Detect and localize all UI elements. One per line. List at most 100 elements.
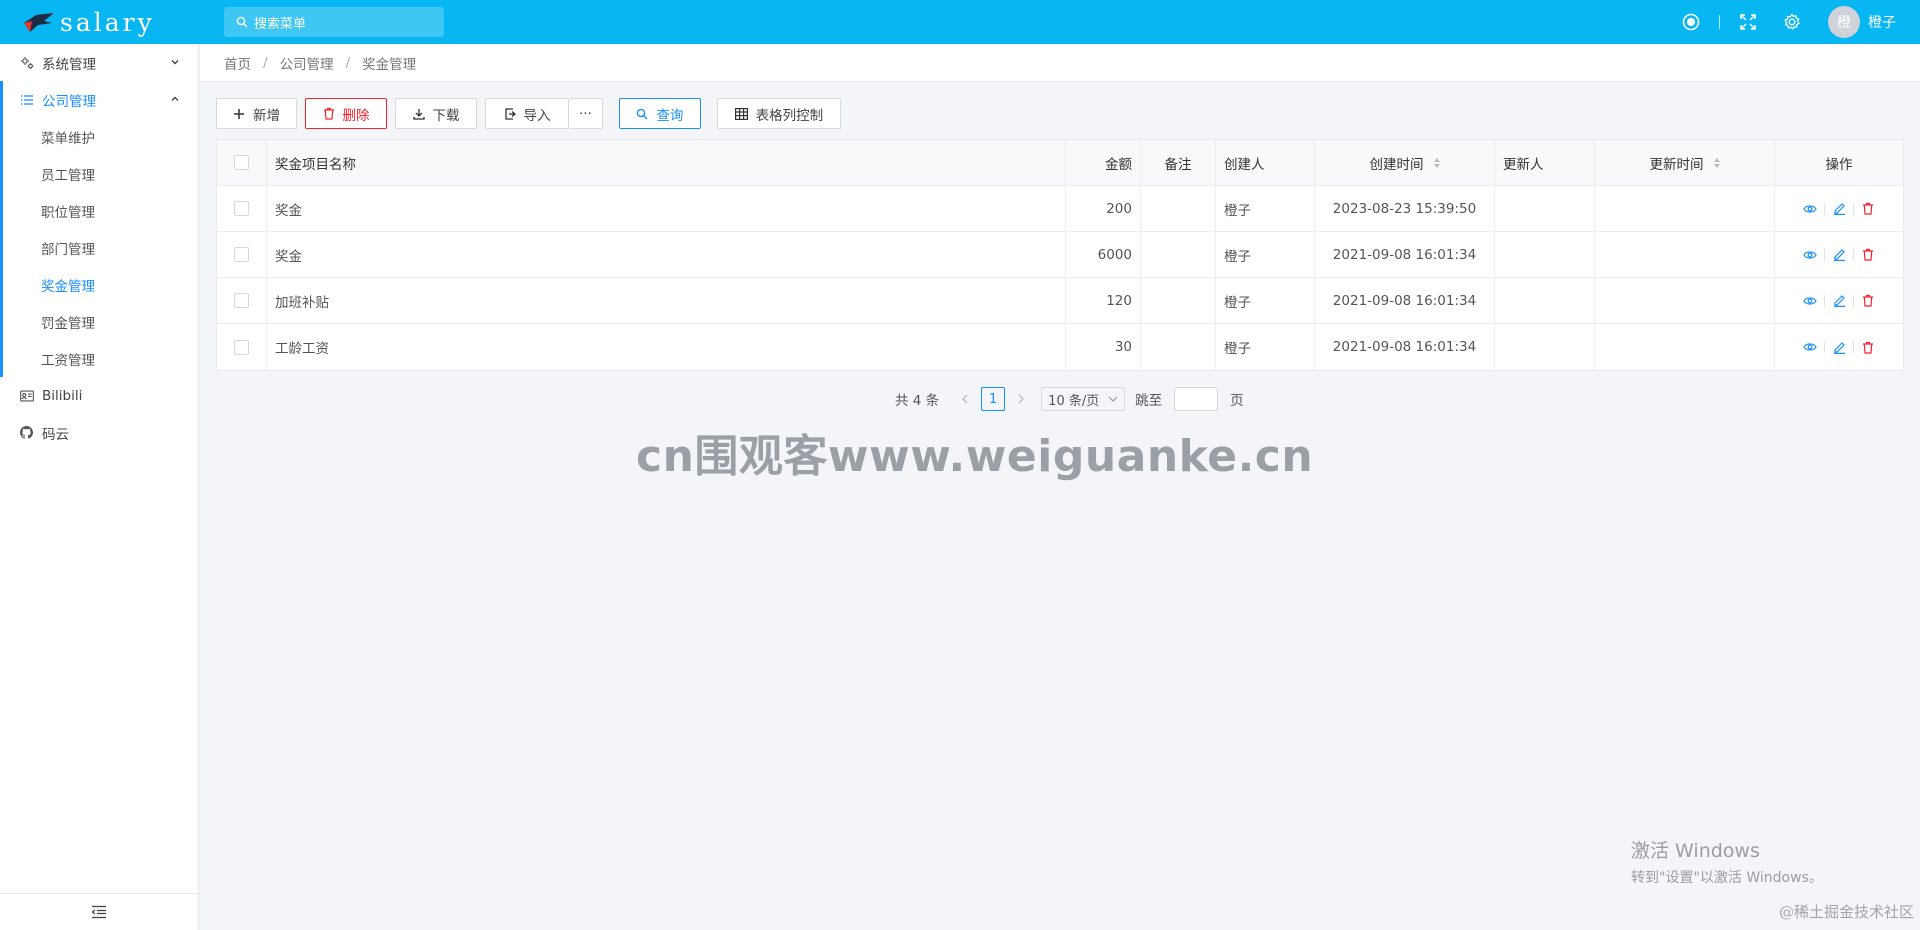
chevron-left-icon bbox=[962, 394, 968, 404]
query-button[interactable]: 查询 bbox=[618, 98, 701, 129]
cell-ops bbox=[1775, 186, 1903, 231]
delete-row-button[interactable] bbox=[1854, 202, 1882, 215]
sidebar-item-company[interactable]: 公司管理 bbox=[0, 81, 198, 118]
view-button[interactable] bbox=[1796, 342, 1824, 352]
cell-created-at: 2023-08-23 15:39:50 bbox=[1315, 186, 1495, 231]
breadcrumb-parent[interactable]: 公司管理 bbox=[280, 53, 334, 73]
sidebar-item-bonus[interactable]: 奖金管理 bbox=[0, 266, 198, 303]
sidebar-item-departments[interactable]: 部门管理 bbox=[0, 229, 198, 266]
download-button-label: 下载 bbox=[432, 107, 460, 124]
trash-icon bbox=[1863, 202, 1873, 215]
page-number-button[interactable]: 1 bbox=[981, 387, 1006, 411]
import-button[interactable]: 导入 bbox=[485, 98, 569, 129]
cell-created-at: 2021-09-08 16:01:34 bbox=[1315, 232, 1495, 277]
view-button[interactable] bbox=[1796, 296, 1824, 306]
more-button[interactable]: ··· bbox=[569, 98, 603, 129]
header-updated-at[interactable]: 更新时间 bbox=[1595, 140, 1775, 185]
cell-ops bbox=[1775, 324, 1903, 370]
row-checkbox[interactable] bbox=[234, 247, 249, 262]
import-button-label: 导入 bbox=[523, 107, 551, 124]
cell-creator: 橙子 bbox=[1216, 278, 1315, 323]
cell-ops bbox=[1775, 232, 1903, 277]
pagination-total: 共 4 条 bbox=[895, 393, 940, 409]
header-note: 备注 bbox=[1141, 140, 1216, 185]
chevron-down-icon bbox=[1108, 396, 1118, 402]
column-control-button[interactable]: 表格列控制 bbox=[716, 98, 841, 129]
username[interactable]: 橙子 bbox=[1868, 12, 1896, 32]
cell-note bbox=[1141, 232, 1216, 277]
breadcrumb-home[interactable]: 首页 bbox=[224, 53, 251, 73]
table-row: 加班补贴 120 橙子 2021-09-08 16:01:34 bbox=[217, 278, 1903, 324]
search-placeholder: 搜索菜单 bbox=[254, 16, 307, 32]
breadcrumb-separator: / bbox=[345, 54, 351, 71]
table-row: 奖金 6000 橙子 2021-09-08 16:01:34 bbox=[217, 232, 1903, 278]
logo[interactable]: salary bbox=[0, 0, 200, 44]
delete-row-button[interactable] bbox=[1854, 248, 1882, 261]
windows-activation-watermark: 激活 Windows 转到"设置"以激活 Windows。 bbox=[1631, 836, 1823, 887]
edit-button[interactable] bbox=[1825, 341, 1853, 354]
sidebar-item-label: Bilibili bbox=[42, 387, 83, 404]
header-created-at[interactable]: 创建时间 bbox=[1315, 140, 1495, 185]
sidebar-item-label: 码云 bbox=[42, 426, 69, 443]
sidebar-item-employees[interactable]: 员工管理 bbox=[0, 155, 198, 192]
prev-page-button[interactable] bbox=[955, 394, 975, 404]
delete-row-button[interactable] bbox=[1854, 341, 1882, 354]
sidebar-item-penalty[interactable]: 罚金管理 bbox=[0, 303, 198, 340]
view-button[interactable] bbox=[1796, 204, 1824, 214]
delete-button[interactable]: 删除 bbox=[305, 98, 387, 129]
company-submenu: 菜单维护 员工管理 职位管理 部门管理 奖金管理 罚金管理 工资管理 bbox=[0, 81, 198, 377]
chevron-right-icon bbox=[1018, 394, 1025, 404]
header-name: 奖金项目名称 bbox=[267, 140, 1066, 185]
search-icon bbox=[637, 108, 648, 119]
indent-icon bbox=[91, 905, 106, 919]
eye-icon bbox=[1803, 250, 1817, 259]
add-button[interactable]: 新增 bbox=[216, 98, 297, 129]
theme-toggle-button[interactable] bbox=[1669, 0, 1713, 44]
jump-page-input[interactable] bbox=[1174, 387, 1219, 411]
eye-icon bbox=[1803, 296, 1817, 305]
eye-icon bbox=[1803, 204, 1817, 213]
download-button[interactable]: 下载 bbox=[395, 98, 477, 129]
menu-search-input[interactable]: 搜索菜单 bbox=[224, 7, 444, 37]
next-page-button[interactable] bbox=[1011, 394, 1031, 404]
page-size-select[interactable]: 10 条/页 bbox=[1041, 387, 1126, 411]
page-size-value: 10 条/页 bbox=[1048, 393, 1100, 409]
sidebar-item-label: 公司管理 bbox=[42, 93, 96, 110]
collapse-sidebar-button[interactable] bbox=[0, 893, 198, 930]
sidebar-item-salary[interactable]: 工资管理 bbox=[0, 340, 198, 377]
row-select-cell bbox=[217, 232, 267, 277]
row-checkbox[interactable] bbox=[234, 293, 249, 308]
breadcrumb-current: 奖金管理 bbox=[362, 56, 417, 73]
gears-icon bbox=[20, 56, 34, 70]
edit-button[interactable] bbox=[1825, 294, 1853, 307]
row-checkbox[interactable] bbox=[234, 201, 249, 216]
sidebar: 系统管理 公司管理 菜单维护 员工管理 职位管理 部门管理 奖金管理 罚金管理 … bbox=[0, 44, 199, 930]
cell-updater bbox=[1495, 232, 1595, 277]
windows-activation-subtitle: 转到"设置"以激活 Windows。 bbox=[1631, 870, 1823, 886]
page-unit-label: 页 bbox=[1230, 393, 1244, 409]
sort-icon[interactable] bbox=[1433, 157, 1440, 168]
header-updater: 更新人 bbox=[1495, 140, 1595, 185]
select-all-checkbox[interactable] bbox=[234, 155, 249, 170]
trash-icon bbox=[323, 107, 334, 120]
windows-activation-title: 激活 Windows bbox=[1631, 840, 1760, 862]
breadcrumb-separator: / bbox=[263, 54, 268, 71]
row-checkbox[interactable] bbox=[234, 339, 249, 355]
settings-button[interactable] bbox=[1770, 0, 1814, 44]
avatar[interactable]: 橙 bbox=[1828, 6, 1860, 38]
sidebar-item-menu-maintenance[interactable]: 菜单维护 bbox=[0, 118, 198, 155]
sidebar-item-gitee[interactable]: 码云 bbox=[0, 414, 198, 451]
edit-button[interactable] bbox=[1825, 248, 1853, 261]
delete-row-button[interactable] bbox=[1854, 294, 1882, 307]
pagination: 共 4 条 1 10 条/页 跳至 页 bbox=[895, 387, 1244, 411]
cell-ops bbox=[1775, 278, 1903, 323]
sort-icon[interactable] bbox=[1713, 157, 1720, 168]
fullscreen-button[interactable] bbox=[1726, 0, 1770, 44]
id-card-icon bbox=[20, 389, 34, 403]
view-button[interactable] bbox=[1796, 250, 1824, 260]
edit-button[interactable] bbox=[1825, 202, 1853, 215]
cell-amount: 30 bbox=[1066, 324, 1141, 370]
sidebar-item-bilibili[interactable]: Bilibili bbox=[0, 377, 198, 414]
sidebar-item-system[interactable]: 系统管理 bbox=[0, 44, 198, 81]
sidebar-item-positions[interactable]: 职位管理 bbox=[0, 192, 198, 229]
